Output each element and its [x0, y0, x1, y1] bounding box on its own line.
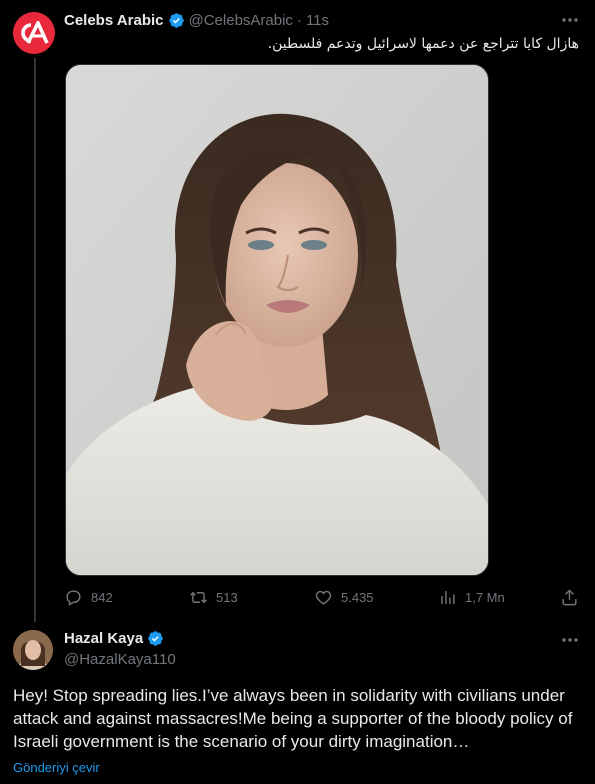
view-count: 1,7 Mn — [465, 590, 505, 605]
share-icon — [562, 589, 577, 606]
reply-more-button[interactable] — [558, 630, 582, 650]
tweet-text: هازال كايا تتراجع عن دعمها لاسرائيل وتدع… — [267, 36, 579, 52]
celebs-arabic-logo-icon — [21, 21, 49, 44]
views-button[interactable]: 1,7 Mn — [438, 588, 505, 607]
celebs-arabic-avatar[interactable] — [13, 12, 55, 54]
reply-author: Hazal Kaya — [64, 630, 164, 647]
more-horizontal-icon — [562, 638, 578, 642]
like-count: 5.435 — [341, 590, 374, 605]
reply-author-name[interactable]: Hazal Kaya — [64, 630, 143, 647]
tweet-action-bar: 842 513 5.435 1,7 Mn — [64, 588, 584, 608]
reply-button[interactable]: 842 — [64, 588, 113, 607]
more-horizontal-icon — [562, 18, 578, 22]
header-separator: · — [296, 11, 302, 29]
reply-icon — [66, 590, 81, 606]
avatar-photo — [13, 630, 53, 670]
tweet-media-photo[interactable] — [65, 64, 489, 576]
heart-icon — [315, 590, 332, 605]
retweet-icon — [190, 591, 207, 604]
views-chart-icon — [441, 591, 455, 604]
author-handle[interactable]: @CelebsArabic — [189, 12, 293, 29]
hazal-kaya-avatar[interactable] — [13, 630, 53, 670]
author-name[interactable]: Celebs Arabic — [64, 12, 164, 29]
verified-badge-icon[interactable] — [147, 630, 164, 647]
share-button[interactable] — [560, 588, 579, 607]
thread-connector-line — [34, 58, 36, 622]
verified-badge-icon[interactable] — [168, 12, 185, 29]
translate-post-link[interactable]: Gönderiyi çevir — [13, 760, 100, 775]
reply-text: Hey! Stop spreading lies.I’ve always bee… — [13, 686, 573, 751]
reply-author-handle[interactable]: @HazalKaya110 — [64, 651, 176, 668]
retweet-button[interactable]: 513 — [189, 588, 238, 607]
reply-count: 842 — [91, 590, 113, 605]
tweet-timestamp[interactable]: 11s — [306, 12, 329, 29]
retweet-count: 513 — [216, 590, 238, 605]
tweet-header: Celebs Arabic @CelebsArabic · 11s — [64, 10, 329, 30]
like-button[interactable]: 5.435 — [314, 588, 374, 607]
tweet-more-button[interactable] — [558, 10, 582, 30]
portrait-image — [66, 65, 488, 575]
